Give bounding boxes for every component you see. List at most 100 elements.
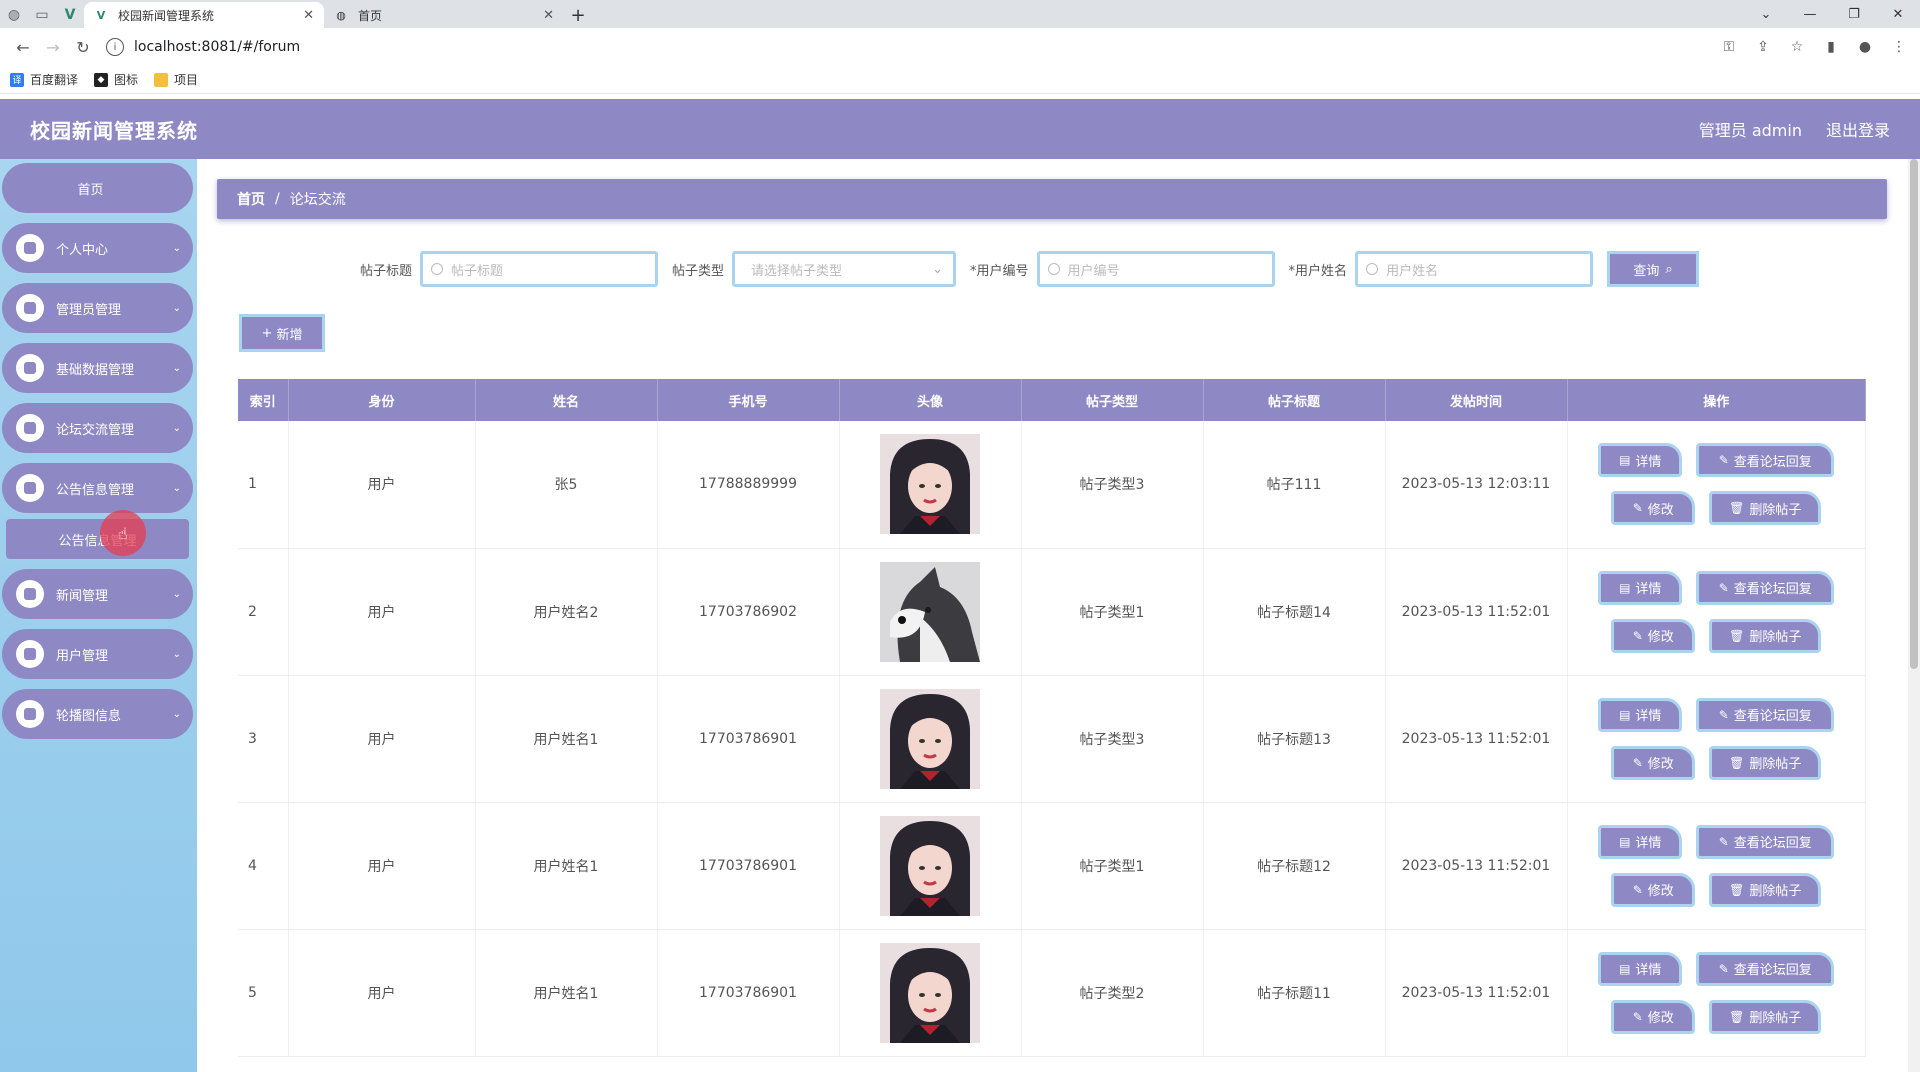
detail-button[interactable]: ▤ 详情 (1598, 697, 1683, 732)
send-icon (16, 640, 44, 668)
add-button[interactable]: + 新增 (239, 314, 325, 352)
detail-button[interactable]: ▤ 详情 (1598, 570, 1683, 605)
sidebar-item-basic-data[interactable]: 基础数据管理 ⌄ (2, 343, 193, 393)
delete-button[interactable]: 🗑 删除帖子 (1709, 618, 1822, 653)
delete-button[interactable]: 🗑 删除帖子 (1709, 491, 1822, 526)
detail-button[interactable]: ▤ 详情 (1598, 824, 1683, 859)
chevron-down-icon[interactable]: ⌄ (1744, 0, 1788, 28)
sidebar-item-carousel[interactable]: 轮播图信息 ⌄ (2, 689, 193, 739)
minimize-icon[interactable]: — (1788, 0, 1832, 28)
globe-icon[interactable]: ◍ (0, 2, 28, 28)
close-icon[interactable]: ✕ (543, 8, 554, 23)
new-tab-button[interactable]: + (564, 2, 592, 28)
cell-phone: 17703786901 (657, 929, 840, 1057)
share-icon[interactable]: ⇪ (1750, 34, 1776, 60)
pencil-icon: ✎ (1718, 707, 1729, 722)
table-row: 3 用户 用户姓名1 17703786901 帖子类型3 帖子标题13 2023-05-13… (238, 675, 1866, 803)
user-icon (16, 234, 44, 262)
detail-button[interactable]: ▤ 详情 (1598, 443, 1683, 478)
back-icon[interactable]: ← (8, 32, 38, 62)
bookmark-project[interactable]: 项目 (154, 71, 198, 88)
tab-title: 校园新闻管理系统 (118, 8, 215, 23)
username-search-input[interactable]: 用户姓名 (1355, 251, 1594, 287)
delete-button[interactable]: 🗑 删除帖子 (1709, 999, 1822, 1034)
search-icon (1047, 263, 1060, 275)
view-replies-button[interactable]: ✎ 查看论坛回复 (1696, 443, 1835, 478)
sidebar-item-users[interactable]: 用户管理 ⌄ (2, 629, 193, 679)
profile-icon[interactable]: ● (1852, 34, 1878, 60)
view-replies-button[interactable]: ✎ 查看论坛回复 (1696, 570, 1835, 605)
cell-phone: 17703786901 (657, 802, 840, 930)
logout-link[interactable]: 退出登录 (1826, 117, 1890, 141)
table-row: 2 用户 用户姓名2 17703786902 帖子类型1 帖子标题14 2023-05-13… (238, 548, 1866, 676)
edit-button[interactable]: ✎ 修改 (1611, 618, 1696, 653)
view-replies-button[interactable]: ✎ 查看论坛回复 (1696, 824, 1835, 859)
edit-button[interactable]: ✎ 修改 (1611, 491, 1696, 526)
cell-time: 2023-05-13 11:52:01 (1385, 548, 1568, 676)
user-label: 管理员 admin (1698, 121, 1802, 140)
restore-icon[interactable]: ❐ (1832, 0, 1876, 28)
cell-ops: ▤ 详情 ✎ 查看论坛回复 ✎ 修改 🗑 删除帖子 (1567, 802, 1866, 930)
edit-button[interactable]: ✎ 修改 (1611, 745, 1696, 780)
cell-phone: 17788889999 (657, 421, 840, 549)
vue-tab-icon[interactable]: V (56, 2, 84, 28)
reload-icon[interactable]: ↻ (68, 32, 98, 62)
cell-avatar (839, 802, 1022, 930)
view-replies-button[interactable]: ✎ 查看论坛回复 (1696, 697, 1835, 732)
sidebar-item-home[interactable]: 首页 (2, 163, 193, 213)
search-icon (1366, 263, 1379, 275)
col-phone: 手机号 (657, 379, 840, 421)
scrollbar-thumb[interactable] (1910, 159, 1918, 669)
trash-icon: 🗑 (1729, 501, 1745, 516)
sidebar-item-announce[interactable]: 公告信息管理 ⌄ (2, 463, 193, 513)
query-button[interactable]: 查询 ⌕ (1607, 251, 1700, 287)
type-select[interactable]: 请选择帖子类型 ⌄ (732, 251, 957, 287)
pencil-icon: ✎ (1632, 628, 1643, 643)
sidebar-item-news[interactable]: 新闻管理 ⌄ (2, 569, 193, 619)
sidebar-item-forum[interactable]: 论坛交流管理 ⌄ (2, 403, 193, 453)
cell-phone: 17703786901 (657, 675, 840, 803)
blank-tab-icon[interactable]: ▭ (28, 2, 56, 28)
tab-home[interactable]: ◍ 首页 ✕ (324, 2, 564, 28)
forum-table: 索引 身份 姓名 手机号 头像 帖子类型 帖子标题 发帖时间 操作 1 用户 张5 1… (238, 379, 1866, 1057)
sidebar-item-personal[interactable]: 个人中心 ⌄ (2, 223, 193, 273)
bookmark-translate[interactable]: 译 百度翻译 (10, 71, 78, 88)
close-window-icon[interactable]: ✕ (1876, 0, 1920, 28)
title-search-input[interactable]: 帖子标题 (420, 251, 659, 287)
bookmark-icons[interactable]: ◆ 图标 (94, 71, 138, 88)
cell-name: 张5 (475, 421, 658, 549)
delete-button[interactable]: 🗑 删除帖子 (1709, 745, 1822, 780)
pencil-icon: ✎ (1718, 834, 1729, 849)
tab-active[interactable]: V 校园新闻管理系统 ✕ (84, 2, 324, 28)
star-icon[interactable]: ☆ (1784, 34, 1810, 60)
col-ops: 操作 (1567, 379, 1866, 421)
sidebar-subitem-announce[interactable]: 公告信息管理 (6, 519, 189, 559)
url-field[interactable]: i localhost:8081/#/forum (106, 32, 1716, 62)
chevron-down-icon: ⌄ (172, 242, 181, 254)
page-scrollbar[interactable] (1908, 159, 1920, 1072)
menu-icon[interactable]: ⋮ (1886, 34, 1912, 60)
document-icon: ▤ (1619, 580, 1631, 595)
info-icon[interactable]: i (106, 38, 124, 56)
key-icon[interactable]: ⚿ (1716, 34, 1742, 60)
chevron-down-icon: ⌄ (172, 362, 181, 374)
detail-button[interactable]: ▤ 详情 (1598, 951, 1683, 986)
document-icon: ▤ (1619, 707, 1631, 722)
userno-search-input[interactable]: 用户编号 (1036, 251, 1275, 287)
col-name: 姓名 (475, 379, 658, 421)
sidepanel-icon[interactable]: ▮ (1818, 34, 1844, 60)
cell-role: 用户 (288, 802, 476, 930)
edit-button[interactable]: ✎ 修改 (1611, 872, 1696, 907)
cell-ops: ▤ 详情 ✎ 查看论坛回复 ✎ 修改 🗑 删除帖子 (1567, 548, 1866, 676)
avatar (880, 434, 980, 535)
cell-type: 帖子类型1 (1021, 548, 1204, 676)
edit-button[interactable]: ✎ 修改 (1611, 999, 1696, 1034)
breadcrumb-home[interactable]: 首页 (237, 189, 265, 209)
view-replies-button[interactable]: ✎ 查看论坛回复 (1696, 951, 1835, 986)
trash-icon: 🗑 (1729, 1009, 1745, 1024)
sidebar-item-admin[interactable]: 管理员管理 ⌄ (2, 283, 193, 333)
close-icon[interactable]: ✕ (303, 8, 314, 23)
cell-index: 1 (238, 421, 289, 549)
forward-icon[interactable]: → (38, 32, 68, 62)
delete-button[interactable]: 🗑 删除帖子 (1709, 872, 1822, 907)
